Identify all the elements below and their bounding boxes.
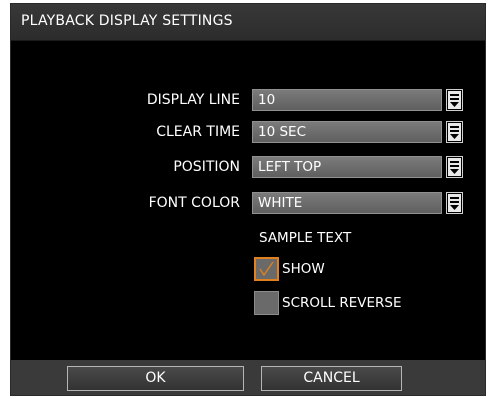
check-icon (259, 261, 274, 277)
title-bar: PLAYBACK DISPLAY SETTINGS (11, 4, 485, 41)
chevron-down-icon (448, 158, 461, 176)
show-checkbox[interactable] (254, 257, 279, 281)
clear-time-value: 10 SEC (258, 124, 306, 140)
show-label[interactable]: SHOW (282, 261, 325, 277)
chevron-down-icon (448, 123, 461, 141)
display-line-label: DISPLAY LINE (146, 92, 240, 108)
font-color-select[interactable]: WHITE (252, 192, 442, 214)
scroll-reverse-checkbox[interactable] (254, 291, 279, 315)
button-bar: OK CANCEL (11, 360, 485, 395)
position-select[interactable]: LEFT TOP (252, 156, 442, 178)
position-label: POSITION (173, 159, 240, 175)
font-color-label: FONT COLOR (148, 195, 240, 211)
clear-time-label: CLEAR TIME (156, 124, 240, 140)
font-color-dropdown-button[interactable] (446, 192, 463, 214)
clear-time-dropdown-button[interactable] (446, 121, 463, 143)
display-line-select[interactable]: 10 (252, 89, 442, 111)
scroll-reverse-label[interactable]: SCROLL REVERSE (282, 295, 402, 311)
display-line-dropdown-button[interactable] (446, 89, 463, 111)
chevron-down-icon (448, 194, 461, 212)
display-line-value: 10 (258, 92, 276, 108)
sample-text: SAMPLE TEXT (259, 230, 352, 246)
dialog-title: PLAYBACK DISPLAY SETTINGS (21, 13, 233, 29)
cancel-button[interactable]: CANCEL (261, 366, 402, 391)
playback-display-settings-dialog: PLAYBACK DISPLAY SETTINGS DISPLAY LINE 1… (10, 3, 486, 396)
font-color-value: WHITE (258, 195, 303, 211)
chevron-down-icon (448, 91, 461, 109)
position-value: LEFT TOP (258, 159, 322, 175)
ok-button[interactable]: OK (67, 366, 244, 391)
position-dropdown-button[interactable] (446, 156, 463, 178)
clear-time-select[interactable]: 10 SEC (252, 121, 442, 143)
